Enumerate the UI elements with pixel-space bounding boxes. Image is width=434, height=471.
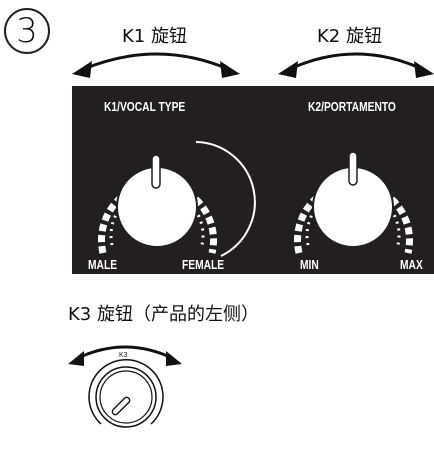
k3-diagram [68, 345, 182, 428]
k-knobs-illustration: 3 K1 旋钮 K2 旋钮 K1/VOCAL TYPE K2/PORTAMENT… [0, 0, 434, 471]
k3-knob-label: K3 [119, 352, 128, 359]
k3-knob [88, 358, 164, 428]
